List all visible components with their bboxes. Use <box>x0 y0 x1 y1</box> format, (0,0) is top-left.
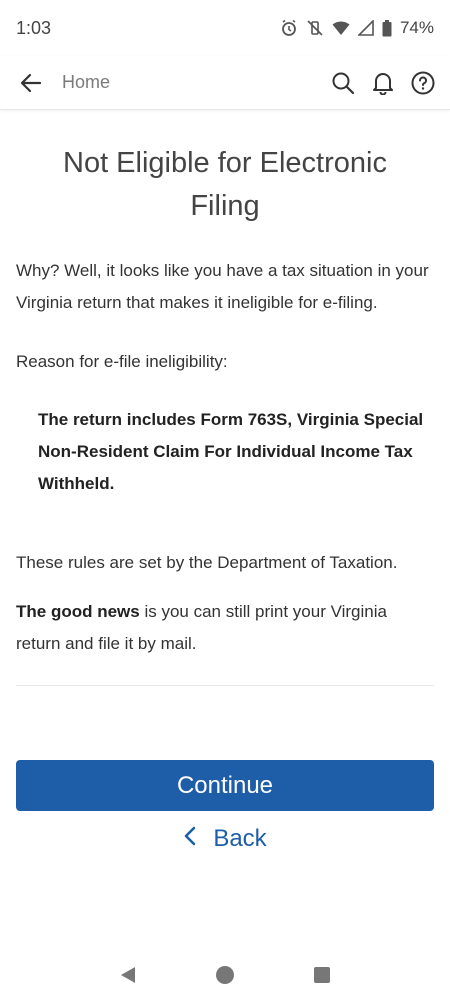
rules-text: These rules are set by the Department of… <box>16 553 398 572</box>
status-icons: 74% <box>280 18 434 38</box>
battery-icon <box>382 19 392 37</box>
alarm-icon <box>280 19 298 37</box>
good-news-bold: The good news <box>16 602 140 621</box>
back-button[interactable]: Back <box>0 820 450 858</box>
nav-recents-icon[interactable] <box>307 960 337 990</box>
search-icon[interactable] <box>330 70 356 96</box>
reason-detail: The return includes Form 763S, Virginia … <box>38 410 424 493</box>
wifi-icon <box>332 20 350 36</box>
system-nav-bar <box>0 950 450 999</box>
back-arrow-icon[interactable] <box>18 70 44 96</box>
app-actions <box>330 70 436 96</box>
chevron-left-icon <box>183 825 197 853</box>
notifications-bell-icon[interactable] <box>370 70 396 96</box>
divider <box>16 685 434 686</box>
battery-level: 74% <box>399 18 434 37</box>
app-bar: Home <box>0 56 450 110</box>
back-button-label: Back <box>213 825 267 852</box>
continue-button[interactable]: Continue <box>16 760 434 811</box>
vibrate-off-icon <box>306 19 324 37</box>
reason-label: Reason for e-file ineligibility: <box>16 352 228 371</box>
status-time: 1:03 <box>16 17 52 38</box>
continue-button-label: Continue <box>176 771 274 799</box>
good-news-text: The good news is you can still print you… <box>16 596 434 660</box>
main-content: Not Eligible for Electronic Filing Why? … <box>0 110 450 686</box>
cell-signal-icon <box>357 20 374 36</box>
nav-home-icon[interactable] <box>210 960 240 990</box>
help-icon[interactable] <box>410 70 436 96</box>
home-link[interactable]: Home <box>62 72 330 93</box>
status-bar: 1:03 74% <box>0 0 450 56</box>
intro-text: Why? Well, it looks like you have a tax … <box>16 261 429 312</box>
nav-back-icon[interactable] <box>113 960 143 990</box>
page-title: Not Eligible for Electronic Filing <box>63 147 387 222</box>
